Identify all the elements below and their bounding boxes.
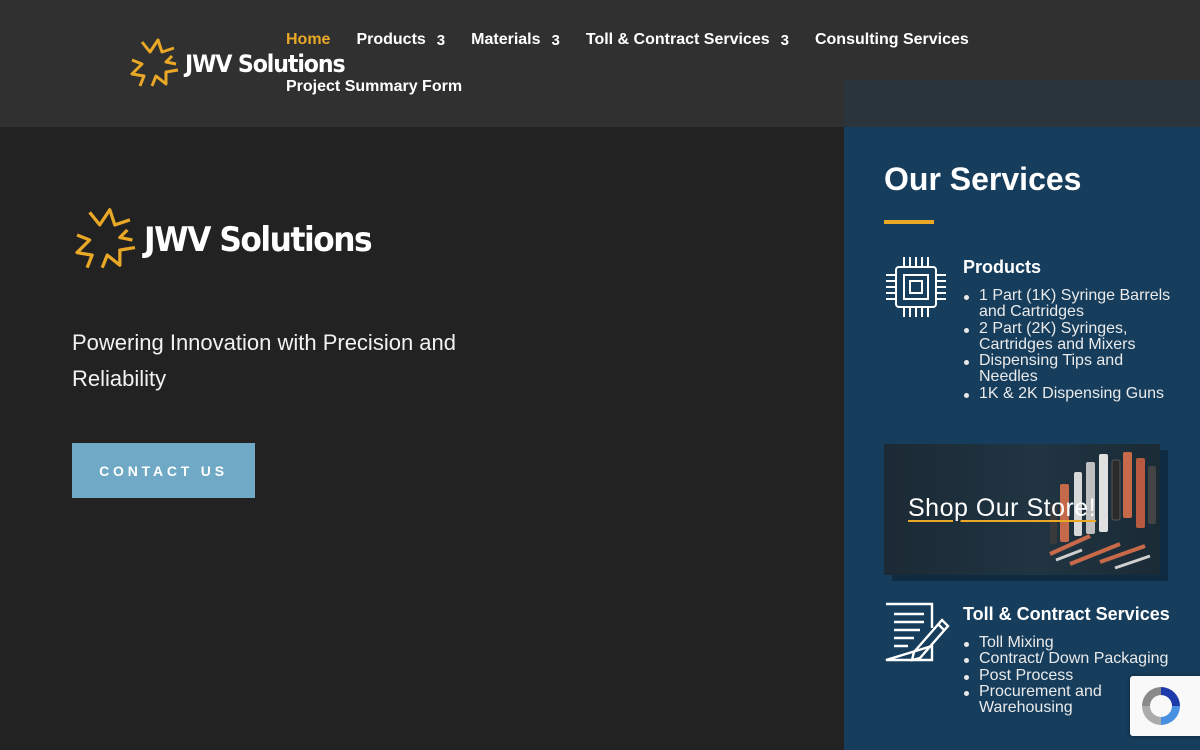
shop-store-banner[interactable]: Shop Our Store! (884, 444, 1160, 575)
dropdown-caret-icon: 3 (551, 31, 560, 49)
list-item: Contract/ Down Packaging (963, 650, 1173, 667)
chip-icon (886, 257, 946, 317)
hero-brand-name: JWV Solutions (144, 220, 373, 260)
sidebar-top-strip (844, 80, 1200, 127)
shop-store-link[interactable]: Shop Our Store! (908, 494, 1096, 523)
document-pen-icon (885, 602, 950, 662)
recaptcha-badge[interactable] (1130, 676, 1200, 736)
services-sidebar: Our Services Products 1 Part (1K) Syring… (844, 127, 1200, 750)
list-item: Toll Mixing (963, 634, 1173, 651)
nav-label: Products (356, 31, 426, 48)
nav-label: Home (286, 31, 331, 48)
service-heading: Products (963, 257, 1042, 277)
dropdown-caret-icon: 3 (780, 31, 789, 49)
hero-tagline: Powering Innovation with Precision and R… (72, 330, 457, 391)
starburst-logo-icon (75, 208, 136, 269)
nav-label: Project Summary Form (286, 78, 463, 95)
nav-label: Consulting Services (814, 31, 969, 48)
sidebar-title: Our Services (884, 161, 1082, 197)
starburst-logo-icon (130, 38, 179, 87)
list-item: 2 Part (2K) Syringes, Cartridges and Mix… (963, 320, 1173, 354)
nav-item-home[interactable]: Home (286, 31, 330, 49)
nav-label: Toll & Contract Services (585, 31, 770, 48)
title-underline (884, 220, 934, 224)
dropdown-caret-icon: 3 (436, 31, 446, 49)
nav-label: Materials (471, 31, 541, 48)
hero-logo: JWV Solutions (72, 207, 391, 273)
nav-item-materials[interactable]: Materials 3 (471, 31, 560, 49)
list-item: 1 Part (1K) Syringe Barrels and Cartridg… (963, 287, 1173, 321)
list-item: 1K & 2K Dispensing Guns (963, 385, 1173, 402)
list-item: Dispensing Tips and Needles (963, 353, 1173, 386)
contact-us-button[interactable]: CONTACT US (72, 443, 255, 498)
service-list: 1 Part (1K) Syringe Barrels and Cartridg… (963, 287, 1173, 402)
nav-item-products[interactable]: Products 3 (356, 31, 445, 49)
nav-item-toll-contract[interactable]: Toll & Contract Services 3 (586, 31, 789, 49)
nav-item-project-summary[interactable]: Project Summary Form (286, 78, 462, 96)
recaptcha-icon (1142, 687, 1180, 725)
nav-item-consulting[interactable]: Consulting Services (815, 31, 969, 49)
service-heading: Toll & Contract Services (963, 604, 1170, 624)
